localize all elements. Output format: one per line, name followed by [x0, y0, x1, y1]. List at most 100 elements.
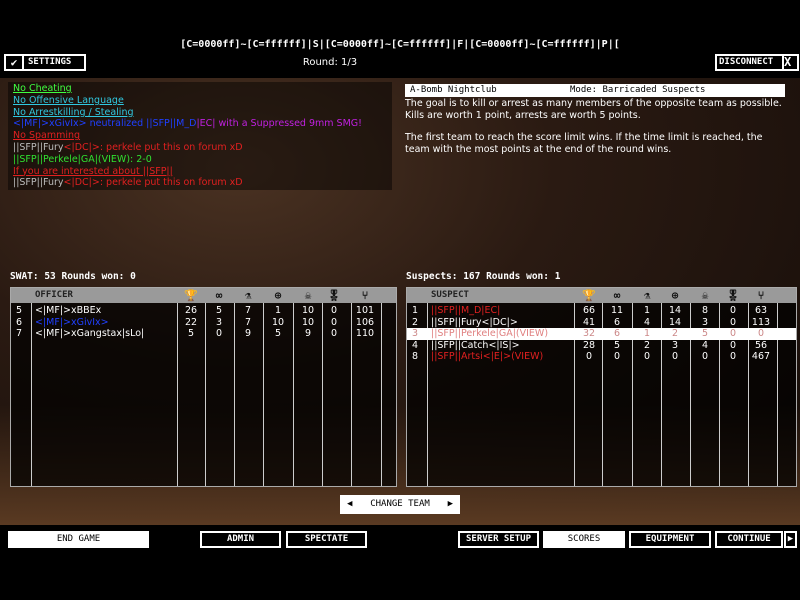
chat-log: No Cheating No Offensive Language No Arres… [8, 82, 392, 190]
chat-text: : 2-0 [130, 153, 152, 165]
table-header: SUSPECT 🏆 ∞ ⚗ ⊕ ☠ 🎖 ⑂ [407, 288, 796, 303]
player-name: ||SFP||Artsi<|E|>(VIEW) [431, 351, 544, 362]
chat-text: No Offensive Language [13, 94, 124, 106]
player-number: 7 [16, 328, 23, 339]
medal-icon[interactable]: 🎖 [320, 289, 348, 302]
crosshair-icon[interactable]: ⊕ [264, 289, 292, 302]
player-row[interactable]: 6 <|MF|>xGivIx> 22 3 7 10 10 0 106 [11, 317, 396, 329]
change-team-button[interactable]: ◀ CHANGE TEAM ▶ [340, 495, 460, 514]
trophy-icon[interactable]: 🏆 [575, 289, 603, 302]
skull-icon[interactable]: ☠ [294, 289, 322, 302]
stat-cell: 5 [215, 305, 223, 316]
medal-icon[interactable]: 🎖 [719, 289, 747, 302]
close-icon: X [782, 56, 797, 69]
admin-button[interactable]: ADMIN [200, 531, 281, 548]
disconnect-label: DISCONNECT [719, 57, 774, 67]
network-icon[interactable]: ⑂ [351, 289, 379, 302]
stat-cell: 5 [701, 328, 709, 339]
continue-arrow-icon[interactable]: ▶ [784, 531, 797, 548]
chat-line: ||SFP||Fury<|DC|>: perkele put this on f… [13, 142, 387, 154]
arrow-right-icon: ▶ [447, 499, 453, 509]
equipment-button[interactable]: EQUIPMENT [629, 531, 711, 548]
player-number: 1 [412, 305, 419, 316]
stat-cell: 0 [330, 316, 338, 328]
microscope-icon[interactable]: ⚗ [633, 289, 661, 302]
stat-cell: 113 [751, 316, 771, 328]
player-row[interactable]: 1 ||SFP||M_D|EC| 66 11 1 14 8 0 63 [407, 305, 796, 317]
chat-line: No Offensive Language [13, 95, 387, 107]
spectate-button[interactable]: SPECTATE [286, 531, 367, 548]
stat-cell: 0 [585, 351, 593, 362]
stat-cell: 5 [274, 328, 282, 339]
player-row[interactable]: 3 ||SFP||Perkele|GA|(VIEW) 32 6 1 2 5 0 0 [407, 328, 796, 340]
chat-line: ||SFP||Perkele|GA|(VIEW): 2-0 [13, 154, 387, 166]
chat-text: <|MF|>xGivIx> [13, 118, 87, 130]
microscope-icon[interactable]: ⚗ [234, 289, 262, 302]
stat-cell: 8 [701, 305, 709, 316]
stat-cell: 66 [582, 305, 596, 316]
player-number: 3 [412, 328, 419, 339]
handcuffs-icon[interactable]: ∞ [603, 289, 631, 302]
chat-text: ||SFP||Fury [13, 177, 64, 189]
skull-icon[interactable]: ☠ [691, 289, 719, 302]
stat-cell: 56 [754, 339, 768, 351]
stat-cell: 26 [184, 305, 198, 316]
stat-cell: 3 [701, 316, 709, 328]
stat-cell: 1 [643, 328, 651, 339]
player-name: <|MF|>xBBEx [35, 305, 102, 316]
stat-cell: 0 [729, 339, 737, 351]
chat-text: No Cheating [13, 83, 72, 94]
stat-cell: 10 [301, 316, 315, 328]
player-row[interactable]: 4 ||SFP||Catch<|IS|> 28 5 2 3 4 0 56 [407, 340, 796, 352]
scores-button[interactable]: SCORES [543, 531, 625, 548]
change-team-label: CHANGE TEAM [370, 499, 430, 509]
player-row[interactable]: 2 ||SFP||Fury<|DC|> 41 6 4 14 3 0 113 [407, 317, 796, 329]
player-name: <|MF|>xGangstax|sLo| [35, 328, 145, 339]
chat-text: ||SFP||Fury [13, 141, 64, 153]
chat-text: : perkele put this on forum xD [99, 177, 243, 189]
disconnect-button[interactable]: DISCONNECT X [715, 54, 799, 71]
column-header-name: OFFICER [35, 290, 73, 300]
player-number: 6 [16, 316, 23, 328]
trophy-icon[interactable]: 🏆 [177, 289, 205, 302]
swat-scoreboard: OFFICER 🏆 ∞ ⚗ ⊕ ☠ 🎖 ⑂ 5 <|MF|>xBBEx 26 5 7 1 10 0 101 6 <|… [10, 287, 397, 487]
stat-cell: 101 [355, 305, 375, 316]
player-row[interactable]: 7 <|MF|>xGangstax|sLo| 5 0 9 5 9 0 110 [11, 328, 396, 340]
player-name: ||SFP||Catch<|IS|> [431, 339, 520, 351]
checkmark-icon: ✔ [6, 56, 24, 69]
chat-line: No Spamming [13, 130, 387, 142]
swat-score: SWAT: 53 Rounds won: 0 [10, 271, 136, 282]
stat-cell: 0 [330, 328, 338, 339]
server-title: [C=0000ff]~[C=ffffff]|S|[C=0000ff]~[C=ff… [180, 39, 620, 50]
stat-cell: 106 [355, 316, 375, 328]
end-game-button[interactable]: END GAME [8, 531, 149, 548]
chat-line: <|MF|>xGivIx> neutralized ||SFP||M_D|EC|… [13, 118, 387, 130]
chat-text: No Spamming [13, 130, 81, 142]
stat-cell: 7 [244, 316, 252, 328]
handcuffs-icon[interactable]: ∞ [205, 289, 233, 302]
settings-label: SETTINGS [28, 57, 72, 67]
player-row[interactable]: 5 <|MF|>xBBEx 26 5 7 1 10 0 101 [11, 305, 396, 317]
chat-text: ||SFP||M_D [146, 118, 197, 130]
stat-cell: 14 [668, 305, 682, 316]
stat-cell: 0 [729, 316, 737, 328]
stat-cell: 1 [274, 305, 282, 316]
settings-button[interactable]: ✔ SETTINGS [4, 54, 86, 71]
crosshair-icon[interactable]: ⊕ [661, 289, 689, 302]
network-icon[interactable]: ⑂ [747, 289, 775, 302]
stat-cell: 10 [271, 316, 285, 328]
player-row[interactable]: 8 ||SFP||Artsi<|E|>(VIEW) 0 0 0 0 0 0 467 [407, 351, 796, 363]
stat-cell: 5 [187, 328, 195, 339]
server-setup-button[interactable]: SERVER SETUP [458, 531, 539, 548]
stat-cell: 3 [215, 316, 223, 328]
arrow-left-icon: ◀ [347, 499, 353, 509]
stat-cell: 11 [610, 305, 624, 316]
stat-cell: 0 [729, 328, 737, 339]
stat-cell: 0 [613, 351, 621, 362]
stat-cell: 2 [671, 328, 679, 339]
continue-button[interactable]: CONTINUE [715, 531, 783, 548]
chat-text: ||SFP||Perkele|GA|(VIEW) [13, 153, 131, 165]
chat-text: with a Suppressed 9mm SMG! [215, 118, 362, 130]
stat-cell: 10 [301, 305, 315, 316]
stat-cell: 14 [668, 316, 682, 328]
